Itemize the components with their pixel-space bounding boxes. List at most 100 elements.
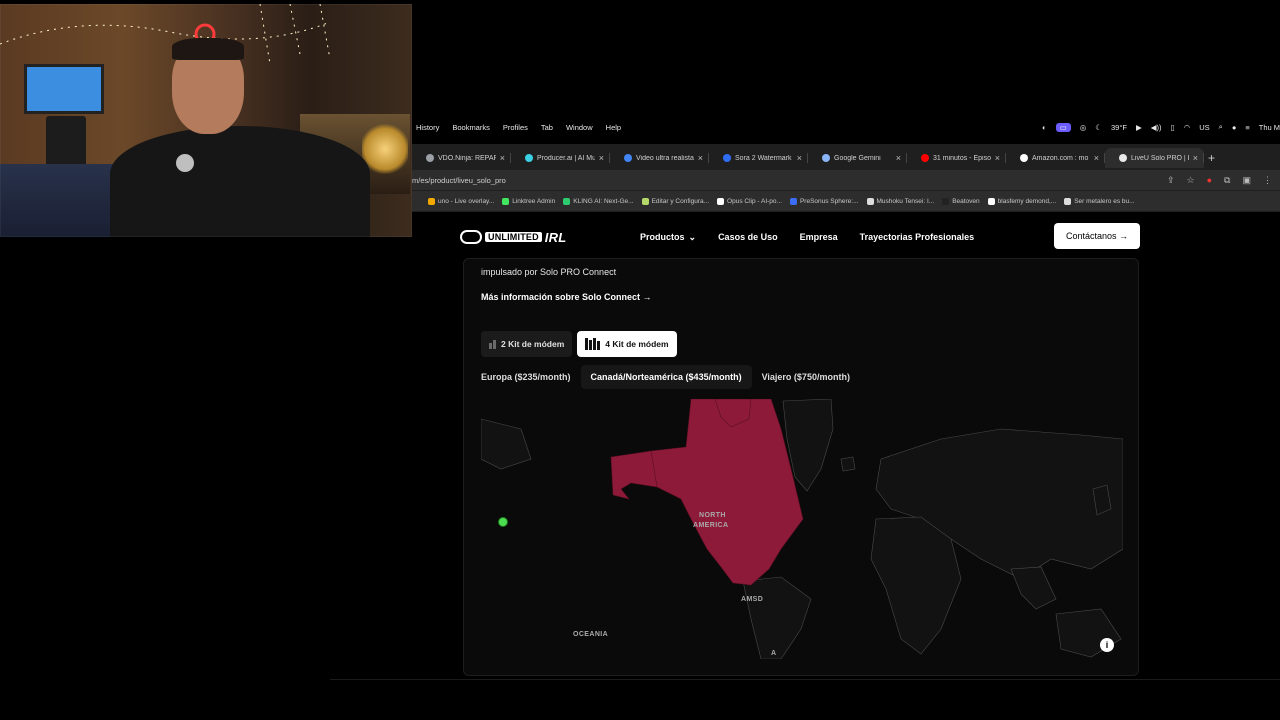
coverage-map[interactable]: NORTH AMERICA OCEANIA AMSD A	[481, 399, 1123, 659]
battery-icon[interactable]: ▯	[1171, 123, 1175, 132]
bookmark-favicon-icon	[641, 197, 649, 205]
bookmark-item[interactable]: PreSonus Sphere:...	[789, 197, 859, 205]
close-icon[interactable]: ×	[896, 153, 901, 163]
play-icon[interactable]: ▶	[1136, 123, 1142, 132]
siri-icon[interactable]: ●	[1232, 123, 1237, 132]
browser-tab[interactable]: VDO.Ninja: REPAR ×	[412, 148, 511, 168]
nav-empresa[interactable]: Empresa	[800, 232, 838, 243]
close-icon[interactable]: ×	[1094, 153, 1099, 163]
tab-label: Sora 2 Watermark	[735, 154, 792, 162]
plan-viajero[interactable]: Viajero ($750/month)	[752, 365, 860, 389]
plan-canada-norteamerica[interactable]: Canadá/Norteamérica ($435/month)	[580, 365, 752, 389]
browser-tab[interactable]: Sora 2 Watermark ×	[709, 148, 808, 168]
tab-label: LiveU Solo PRO | Li	[1131, 154, 1189, 162]
map-label-america: AMERICA	[693, 522, 728, 529]
extension-record-icon[interactable]: ●	[1207, 175, 1212, 186]
control-icon[interactable]: ◐	[1042, 123, 1047, 132]
menu-bookmarks[interactable]: Bookmarks	[452, 123, 490, 132]
learn-more-link[interactable]: Más información sobre Solo Connect →	[481, 292, 652, 302]
kit-2-button[interactable]: 2 Kit de módem	[481, 331, 573, 357]
map-label-amsd: AMSD	[741, 596, 763, 603]
bookmark-item[interactable]: KLING AI: Next-Ge...	[563, 197, 634, 205]
control-center-icon[interactable]: ≡	[1245, 123, 1249, 132]
bookmark-favicon-icon	[866, 197, 874, 205]
browser-tab[interactable]: Video ultra realista ×	[610, 148, 709, 168]
wifi-icon[interactable]: ◠	[1184, 123, 1191, 132]
bookmark-item[interactable]: Ser metalero es bu...	[1064, 197, 1135, 205]
bookmark-favicon-icon	[428, 197, 435, 205]
browser-tab[interactable]: 31 minutos - Episo ×	[907, 148, 1006, 168]
close-icon[interactable]: ×	[797, 153, 802, 163]
tab-label: Producer.ai | AI Mu	[537, 154, 595, 162]
bookmark-favicon-icon	[1064, 197, 1072, 205]
bookmark-item[interactable]: Opus Clip - AI-po...	[717, 197, 782, 205]
bookmark-item[interactable]: uno - Live overlay...	[428, 197, 494, 205]
browser-tab[interactable]: LiveU Solo PRO | Li ×	[1105, 148, 1204, 168]
browser-chrome: VDO.Ninja: REPAR × Producer.ai | AI Mu × Vid…	[412, 144, 1280, 212]
kit-selector: 2 Kit de módem 4 Kit de módem	[481, 331, 677, 357]
close-icon[interactable]: ×	[995, 153, 1000, 163]
close-icon[interactable]: ×	[500, 153, 505, 163]
weather-temp[interactable]: 39°F	[1111, 123, 1127, 132]
tab-label: Google Gemini	[834, 154, 881, 162]
modem-icon	[489, 339, 496, 349]
bookmark-label: Mushoku Tensei: I...	[876, 197, 935, 205]
tab-favicon-icon	[624, 154, 632, 162]
star-icon[interactable]: ☆	[1187, 175, 1195, 186]
browser-tab[interactable]: Amazon.com : mo ×	[1006, 148, 1105, 168]
bookmark-item[interactable]: Mushoku Tensei: I...	[866, 197, 935, 205]
browser-tab[interactable]: Producer.ai | AI Mu ×	[511, 148, 610, 168]
app-menu: History Bookmarks Profiles Tab Window He…	[412, 123, 621, 132]
info-icon[interactable]: i	[1100, 638, 1114, 652]
close-icon[interactable]: ×	[1193, 153, 1198, 163]
tab-favicon-icon	[1119, 154, 1127, 162]
menu-history[interactable]: History	[416, 123, 439, 132]
extensions-icon[interactable]: ⧉	[1224, 175, 1230, 186]
clock[interactable]: Thu M	[1259, 123, 1280, 132]
contact-button[interactable]: Contáctanos →	[1054, 223, 1140, 249]
nav-productos-label: Productos	[640, 231, 685, 242]
logo-irl: IRL	[544, 229, 567, 245]
share-icon[interactable]: ⇪	[1167, 175, 1175, 186]
menu-help[interactable]: Help	[606, 123, 621, 132]
tab-favicon-icon	[723, 154, 731, 162]
address-bar[interactable]: m/es/product/liveu_solo_pro ⇪ ☆ ● ⧉ ▣ ⋮	[412, 170, 1280, 190]
search-icon[interactable]: ⌕	[1219, 122, 1223, 132]
volume-icon[interactable]: ◀))	[1151, 123, 1162, 132]
tab-strip: VDO.Ninja: REPAR × Producer.ai | AI Mu × Vid…	[412, 147, 1280, 169]
screen-record-icon[interactable]: ▭	[1055, 122, 1071, 132]
sidebar-icon[interactable]: ▣	[1242, 175, 1251, 186]
menu-window[interactable]: Window	[566, 123, 593, 132]
input-source[interactable]: US	[1199, 123, 1209, 132]
webcam-frame	[0, 4, 412, 237]
tab-separator	[1203, 153, 1204, 163]
site-logo[interactable]: UNLIMITED IRL	[460, 230, 566, 245]
chevron-down-icon: ⌄	[688, 231, 697, 242]
bookmark-item[interactable]: Linktree Admin	[502, 197, 555, 205]
new-tab-icon[interactable]: +	[1208, 151, 1215, 165]
bookmark-item[interactable]: Beatoven	[942, 197, 980, 205]
bookmark-label: Ser metalero es bu...	[1074, 197, 1135, 205]
bookmark-favicon-icon	[789, 197, 797, 205]
nav-casos-de-uso[interactable]: Casos de Uso	[718, 232, 778, 243]
pricing-card: impulsado por Solo PRO Connect Más infor…	[463, 258, 1139, 676]
menu-icon[interactable]: ⋮	[1263, 175, 1272, 186]
nav-trayectorias[interactable]: Trayectorias Profesionales	[860, 232, 975, 243]
bookmark-label: Opus Clip - AI-po...	[727, 197, 782, 205]
close-icon[interactable]: ×	[698, 153, 703, 163]
menu-tab[interactable]: Tab	[541, 123, 553, 132]
modem-icon	[585, 338, 601, 350]
browser-tab[interactable]: Google Gemini ×	[808, 148, 907, 168]
bookmark-favicon-icon	[987, 197, 995, 205]
plan-europa[interactable]: Europa ($235/month)	[481, 365, 581, 389]
url-text[interactable]: m/es/product/liveu_solo_pro	[412, 176, 506, 185]
close-icon[interactable]: ×	[599, 153, 604, 163]
plan-tabs: Europa ($235/month) Canadá/Norteamérica …	[481, 365, 860, 389]
bookmark-item[interactable]: Editar y Configura...	[641, 197, 709, 205]
nav-productos[interactable]: Productos ⌄	[640, 232, 696, 243]
kit-4-button[interactable]: 4 Kit de módem	[577, 331, 677, 357]
bookmark-item[interactable]: blasfemy demond,...	[987, 197, 1056, 205]
menu-profiles[interactable]: Profiles	[503, 123, 528, 132]
focus-icon[interactable]: ◎	[1080, 123, 1087, 132]
tab-label: Video ultra realista	[636, 154, 694, 162]
